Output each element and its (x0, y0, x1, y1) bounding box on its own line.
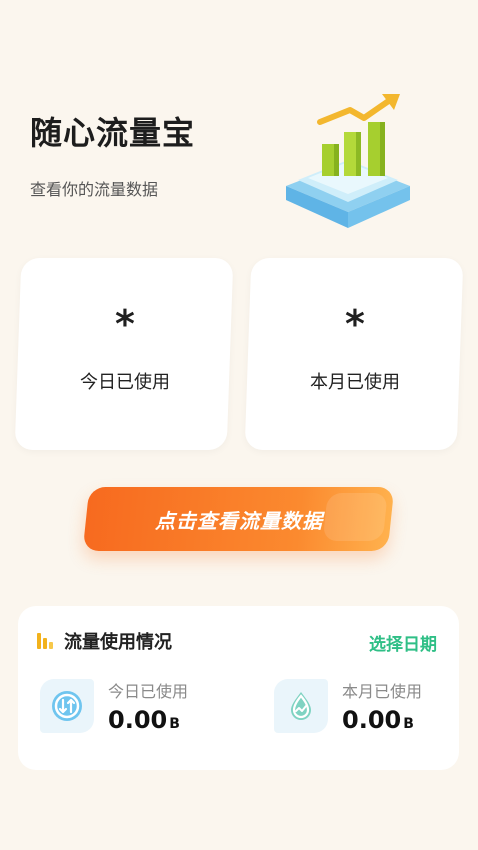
month-stat-value: 0.00 B (342, 706, 414, 734)
month-stat: 本月已使用 0.00 B (274, 678, 422, 734)
usage-panel: 流量使用情况 选择日期 今日已使用 0.00 B 本月已使用 0.00 B (18, 606, 459, 770)
month-stat-label: 本月已使用 (342, 682, 423, 701)
month-usage-card: * 本月已使用 (244, 258, 464, 450)
transfer-arrows-icon (40, 679, 94, 733)
month-usage-value: * (345, 302, 365, 346)
usage-header: 流量使用情况 (36, 628, 172, 654)
view-data-button-label: 点击查看流量数据 (154, 508, 323, 533)
usage-title: 流量使用情况 (64, 632, 172, 653)
bar-chart-icon (36, 629, 54, 653)
today-stat-label: 今日已使用 (108, 682, 189, 701)
today-usage-label: 今日已使用 (79, 372, 170, 393)
select-date-button[interactable]: 选择日期 (369, 630, 437, 655)
today-stat-value: 0.00 B (108, 706, 180, 734)
water-drop-icon (274, 679, 328, 733)
today-stat: 今日已使用 0.00 B (40, 678, 188, 734)
page-subtitle: 查看你的流量数据 (30, 180, 159, 199)
view-data-button[interactable]: 点击查看流量数据 (82, 487, 395, 551)
month-usage-label: 本月已使用 (309, 372, 400, 393)
page-title: 随心流量宝 (30, 114, 196, 152)
header: 随心流量宝 查看你的流量数据 (30, 108, 195, 200)
growth-chart-illustration-icon (278, 88, 418, 238)
today-usage-value: * (115, 302, 135, 346)
today-usage-card: * 今日已使用 (14, 258, 234, 450)
